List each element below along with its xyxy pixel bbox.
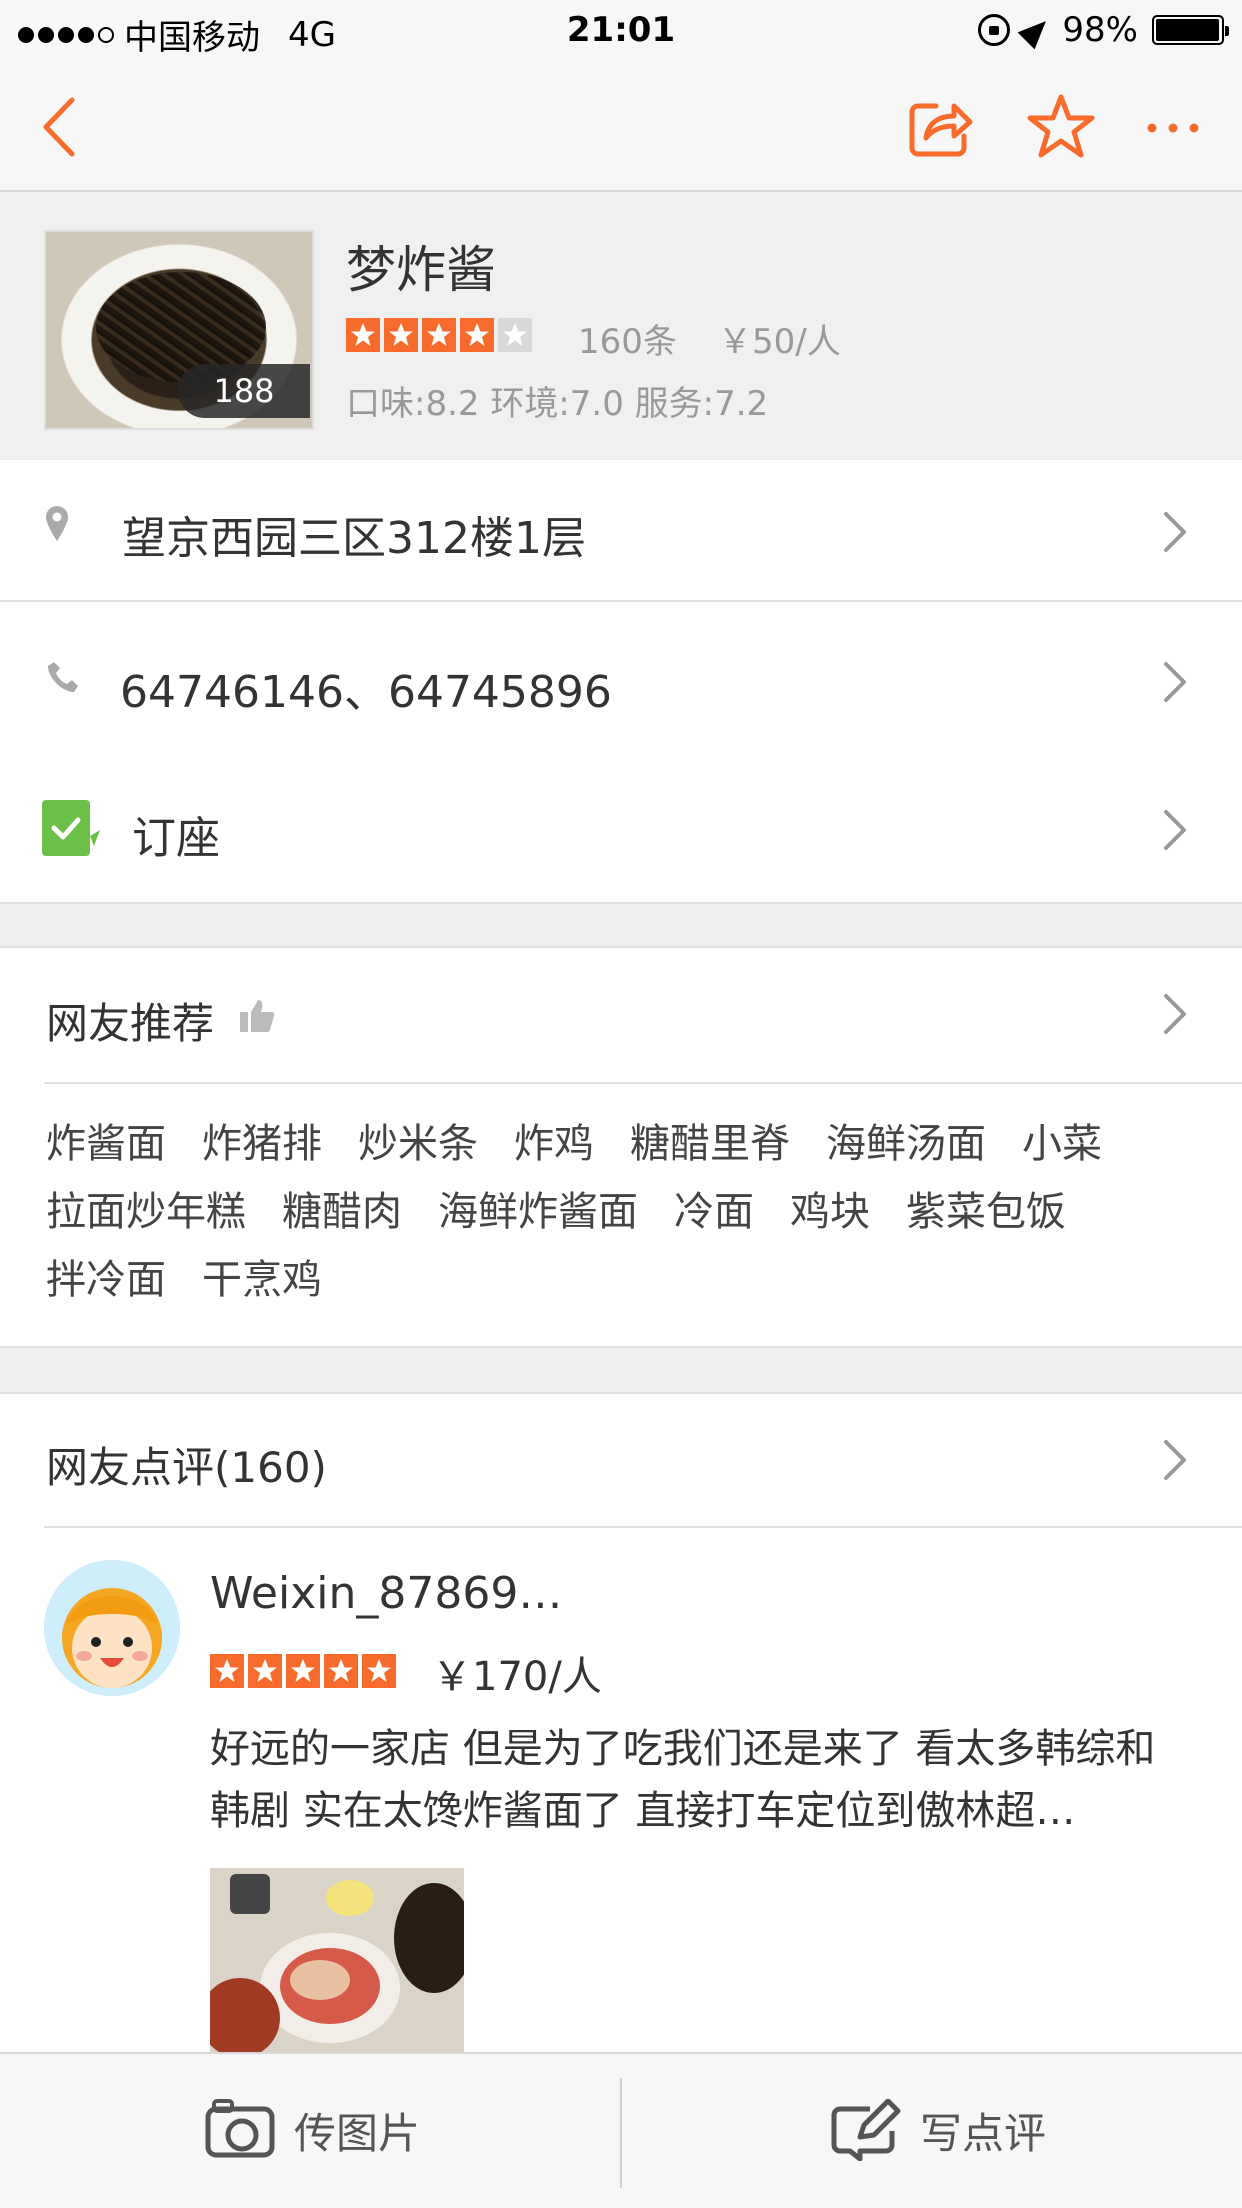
dish-tag[interactable]: 海鲜汤面 (826, 1110, 986, 1178)
sub-scores: 口味:8.2 环境:7.0 服务:7.2 (346, 384, 769, 424)
share-button[interactable] (906, 92, 976, 162)
dish-tag[interactable]: 炸猪排 (202, 1110, 322, 1178)
back-button[interactable] (36, 94, 96, 160)
reviewer-avatar[interactable] (44, 1560, 180, 1696)
nav-bar (0, 62, 1242, 192)
review-rating-stars (210, 1654, 396, 1688)
review-text[interactable]: 好远的一家店 但是为了吃我们还是来了 看太多韩综和韩剧 实在太馋炸酱面了 直接打… (210, 1718, 1190, 1842)
upload-photo-button[interactable]: 传图片 (204, 2090, 420, 2170)
dish-tag[interactable]: 炸鸡 (514, 1110, 594, 1178)
edit-icon (831, 2099, 901, 2161)
thumbs-up-icon (240, 1000, 275, 1032)
star-filled-icon (248, 1654, 282, 1688)
star-filled-icon (346, 318, 380, 352)
star-filled-icon (422, 318, 456, 352)
food-photo-image (210, 1868, 464, 2052)
star-filled-icon (286, 1654, 320, 1688)
status-bar: 中国移动 4G 21:01 98% (0, 0, 1242, 62)
price-per-person: ￥50/人 (718, 322, 841, 362)
phone-numbers: 64746146、64745896 (120, 667, 612, 718)
dish-tag[interactable]: 糖醋里脊 (630, 1110, 790, 1178)
shop-header: 188 梦炸酱 160条 ￥50/人 口味:8.2 环境:7.0 服务:7.2 (0, 192, 1242, 460)
dish-tag[interactable]: 干烹鸡 (202, 1246, 322, 1314)
star-filled-icon (210, 1654, 244, 1688)
dish-tag[interactable]: 鸡块 (790, 1178, 870, 1246)
chevron-right-icon (1164, 662, 1186, 702)
star-icon (1027, 94, 1095, 158)
upload-photo-label: 传图片 (294, 2108, 421, 2158)
dish-tag[interactable]: 紫菜包饭 (906, 1178, 1066, 1246)
booking-row[interactable]: 订座 (0, 752, 1242, 902)
location-arrow-icon (1018, 12, 1055, 50)
chevron-right-icon (1164, 810, 1186, 850)
dish-tag[interactable]: 冷面 (674, 1178, 754, 1246)
dish-tag[interactable]: 拌冷面 (46, 1246, 166, 1314)
section-gap (0, 902, 1242, 948)
recommend-header[interactable]: 网友推荐 (0, 948, 1242, 1082)
chevron-right-icon (1164, 994, 1186, 1034)
section-gap (0, 1346, 1242, 1394)
avatar-image (44, 1560, 180, 1696)
review-count: 160条 (578, 322, 677, 362)
phone-row[interactable]: 64746146、64745896 (0, 602, 1242, 752)
back-icon (43, 97, 75, 157)
star-empty-icon (498, 318, 532, 352)
review-price: ￥170/人 (432, 1654, 602, 1700)
battery-icon (1152, 15, 1229, 45)
dish-tag[interactable]: 小菜 (1022, 1110, 1102, 1178)
address-row[interactable]: 望京西园三区312楼1层 (0, 460, 1242, 602)
rotation-lock-icon (978, 14, 1011, 46)
booking-label: 订座 (132, 813, 220, 864)
favorite-button[interactable] (1026, 92, 1096, 162)
star-filled-icon (460, 318, 494, 352)
chevron-right-icon (1164, 512, 1186, 552)
dish-tag[interactable]: 糖醋肉 (282, 1178, 402, 1246)
write-review-button[interactable]: 写点评 (830, 2090, 1046, 2170)
reviews-header[interactable]: 网友点评(160) (0, 1394, 1242, 1526)
divider (44, 1526, 1242, 1528)
more-button[interactable] (1138, 92, 1208, 162)
star-filled-icon (362, 1654, 396, 1688)
dish-tag[interactable]: 炸酱面 (46, 1110, 166, 1178)
phone-icon (48, 662, 78, 692)
share-icon (909, 103, 973, 157)
toolbar-divider (620, 2078, 622, 2188)
dish-tag[interactable]: 炒米条 (358, 1110, 478, 1178)
camera-icon (205, 2099, 275, 2158)
shop-rating-stars (346, 318, 532, 352)
bottom-toolbar: 传图片 写点评 (0, 2052, 1242, 2208)
star-filled-icon (324, 1654, 358, 1688)
dish-tag[interactable]: 拉面炒年糕 (46, 1178, 246, 1246)
address-text: 望京西园三区312楼1层 (122, 513, 586, 564)
chevron-right-icon (1164, 1440, 1186, 1480)
recommended-dishes: 炸酱面 炸猪排 炒米条 炸鸡 糖醋里脊 海鲜汤面 小菜拉面炒年糕 糖醋肉 海鲜炸酱面 冷面 鸡块 紫菜… (46, 1110, 1216, 1314)
reviewer-name[interactable]: Weixin_87869… (210, 1568, 562, 1619)
photo-count-badge: 188 (178, 364, 310, 418)
shop-photo[interactable]: 188 (44, 230, 314, 430)
location-pin-icon (46, 506, 68, 541)
review-photo[interactable] (210, 1868, 464, 2052)
booking-check-icon (42, 800, 100, 856)
recommend-title: 网友推荐 (46, 999, 215, 1048)
shop-name: 梦炸酱 (346, 241, 496, 299)
star-filled-icon (384, 318, 418, 352)
reviews-title: 网友点评(160) (46, 1443, 327, 1492)
write-review-label: 写点评 (920, 2108, 1047, 2158)
battery-percent: 98% (1062, 10, 1138, 50)
dish-tag[interactable]: 海鲜炸酱面 (438, 1178, 638, 1246)
more-icon (1147, 123, 1199, 133)
divider (44, 1082, 1242, 1084)
